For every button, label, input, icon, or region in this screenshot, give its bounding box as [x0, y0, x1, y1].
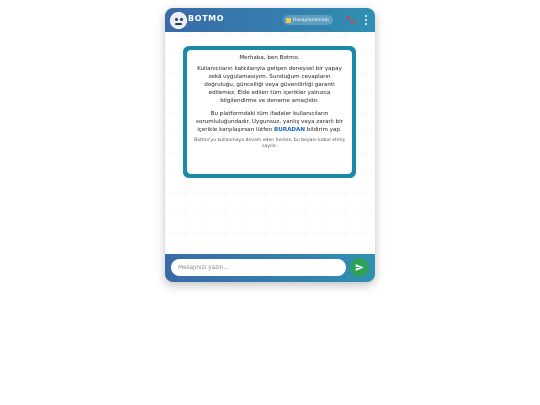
send-button[interactable] [350, 258, 369, 277]
disclaimer-warning: Bu platformdaki tüm ifadeler kullanıcıla… [194, 110, 345, 134]
chat-header: BOTMO Hesaplanamadı [165, 8, 375, 32]
message-area: Merhaba, ben Botmo. Kullanıcıların katkı… [165, 32, 375, 262]
coin-icon [286, 17, 291, 23]
composer-bar [165, 254, 375, 282]
disclaimer-warning-end: bildirim yap. [306, 126, 342, 133]
menu-dot [364, 23, 367, 25]
chat-window: BOTMO Hesaplanamadı Merhaba, ben Botmo. … [165, 8, 375, 282]
phone-icon[interactable] [346, 14, 356, 25]
avatar-eye-left [175, 18, 178, 21]
message-input[interactable] [171, 259, 346, 276]
menu-dot [364, 19, 367, 21]
robot-face-icon [170, 12, 187, 29]
menu-dot [364, 15, 367, 17]
kebab-menu-icon[interactable] [364, 15, 367, 25]
brand-name: BOTMO [188, 14, 225, 23]
paper-plane-icon [355, 264, 364, 271]
disclaimer-greeting: Merhaba, ben Botmo. [239, 55, 300, 61]
avatar-eye-right [180, 18, 183, 21]
disclaimer-card: Merhaba, ben Botmo. Kullanıcıların katkı… [183, 46, 356, 178]
disclaimer-content: Merhaba, ben Botmo. Kullanıcıların katkı… [187, 50, 352, 174]
disclaimer-consent: Botmo'yu kullanmaya devam eden herkes, b… [194, 137, 345, 150]
balance-badge-text: Hesaplanamadı [293, 17, 329, 23]
report-link[interactable]: BURADAN [274, 127, 305, 133]
balance-badge[interactable]: Hesaplanamadı [283, 15, 333, 25]
disclaimer-body: Kullanıcıların katkılarıyla gelişen dene… [197, 66, 342, 105]
avatar-mouth [175, 23, 182, 25]
